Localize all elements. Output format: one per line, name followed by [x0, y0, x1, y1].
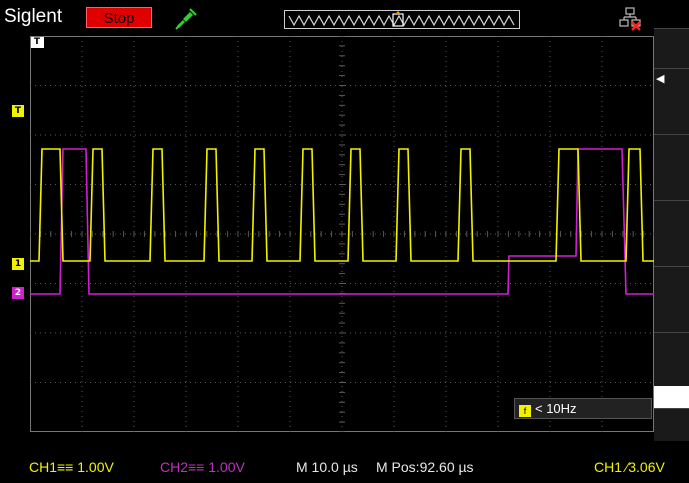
ch1-scale[interactable]: CH1≡≡ 1.00V — [29, 459, 114, 475]
frequency-value: < 10Hz — [535, 401, 577, 416]
waveform-canvas — [29, 35, 655, 433]
ch2-offset-marker[interactable]: 2 — [12, 287, 24, 299]
menu-slot-4[interactable] — [654, 200, 689, 267]
brand-label: Siglent — [4, 6, 63, 27]
run-stop-indicator[interactable]: Stop — [86, 7, 152, 28]
menu-slot-7[interactable] — [654, 408, 689, 441]
trigger-level-marker[interactable]: T — [12, 105, 24, 117]
menu-collapse-arrow-icon[interactable]: ◀ — [656, 72, 664, 85]
network-disconnected-icon — [618, 6, 644, 32]
trigger-readout[interactable]: CH1 ∕3.06V — [594, 459, 665, 475]
menu-slot-selected[interactable] — [654, 386, 689, 408]
menu-slot-3[interactable] — [654, 134, 689, 201]
horizontal-position-readout[interactable]: M Pos:92.60 µs — [376, 459, 474, 475]
ch1-offset-marker[interactable]: 1 — [12, 258, 24, 270]
menu-slot-6[interactable] — [654, 332, 689, 387]
side-menu-panel: ◀ — [654, 28, 689, 441]
bottom-status-bar: CH1≡≡ 1.00V CH2≡≡ 1.00V M 10.0 µs M Pos:… — [0, 446, 689, 483]
waveform-display[interactable] — [29, 35, 655, 433]
frequency-icon: f — [519, 405, 531, 417]
timebase-readout[interactable]: M 10.0 µs — [296, 459, 358, 475]
ch2-scale[interactable]: CH2≡≡ 1.00V — [160, 459, 245, 475]
frequency-counter: f < 10Hz — [514, 398, 652, 419]
probe-icon — [172, 5, 200, 31]
top-status-bar: Siglent Stop — [0, 0, 689, 36]
menu-slot-5[interactable] — [654, 266, 689, 333]
graticule — [29, 35, 655, 433]
zigzag-timebase-icon — [284, 10, 520, 29]
